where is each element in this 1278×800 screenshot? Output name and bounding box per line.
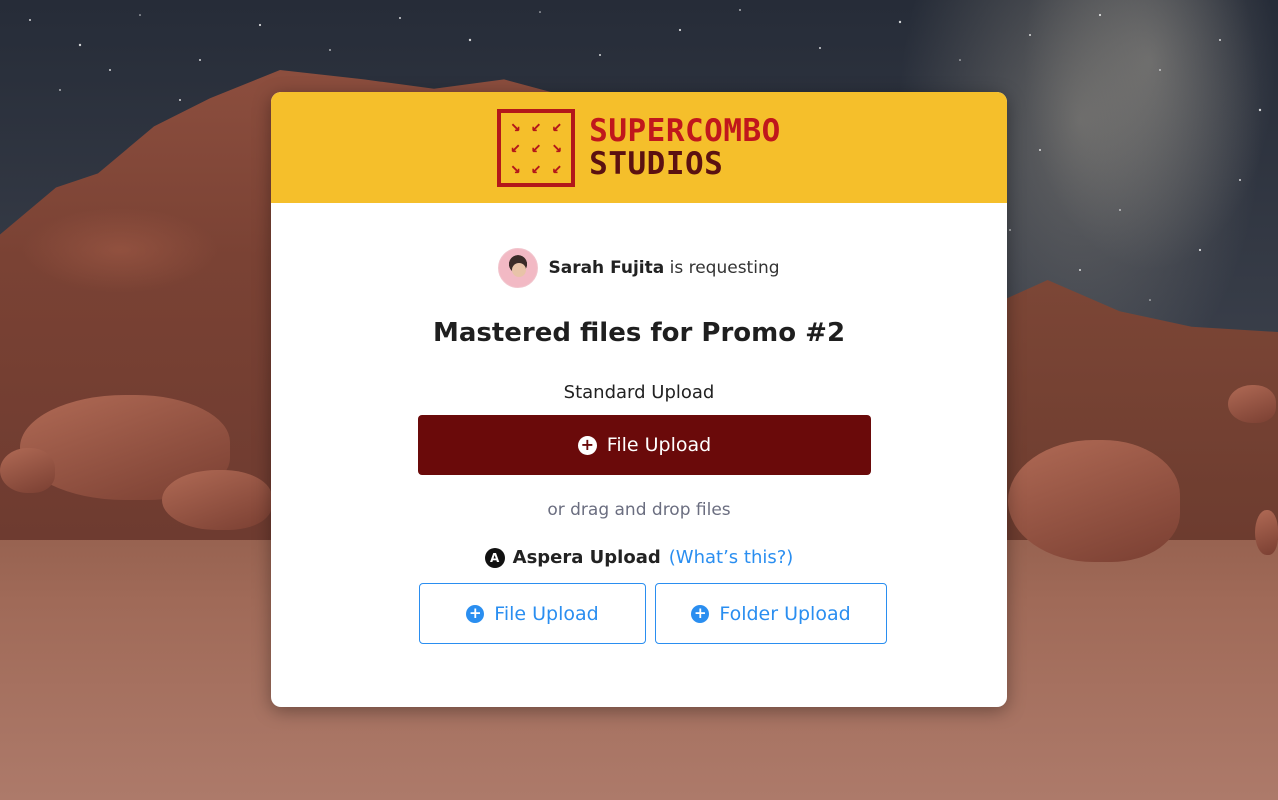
supercombo-logo-icon: ↘ ↙ ↙ ↙ ↙ ↘ ↘ ↙ ↙ xyxy=(497,108,576,187)
logo-arrow-icon: ↘ xyxy=(510,157,521,178)
logo-arrow-icon: ↙ xyxy=(510,136,521,157)
aspera-folder-upload-button[interactable]: + Folder Upload xyxy=(655,583,887,644)
drag-drop-hint: or drag and drop files xyxy=(547,500,731,520)
aspera-icon: A xyxy=(484,547,505,568)
logo-arrow-icon: ↙ xyxy=(531,157,542,178)
logo-arrow-icon: ↘ xyxy=(551,136,562,157)
aspera-folder-upload-label: Folder Upload xyxy=(719,602,851,625)
aspera-upload-label: Aspera Upload xyxy=(512,547,661,568)
request-title: Mastered files for Promo #2 xyxy=(432,318,846,348)
plus-circle-icon: + xyxy=(691,604,710,623)
brand-name-line2: STUDIOS xyxy=(589,145,724,182)
boulder xyxy=(1008,440,1180,562)
whats-this-link[interactable]: (What’s this?) xyxy=(669,547,794,568)
logo-arrow-icon: ↙ xyxy=(531,136,542,157)
upload-request-card: ↘ ↙ ↙ ↙ ↙ ↘ ↘ ↙ ↙ SUPERCOMBO STUDIOS Sar… xyxy=(271,92,1007,707)
standard-file-upload-label: File Upload xyxy=(606,434,712,456)
plus-circle-icon: + xyxy=(577,435,597,455)
brand-wordmark: SUPERCOMBO STUDIOS xyxy=(589,112,781,182)
boulder xyxy=(0,448,55,493)
requester-suffix: is requesting xyxy=(669,258,780,278)
brand-header: ↘ ↙ ↙ ↙ ↙ ↘ ↘ ↙ ↙ SUPERCOMBO STUDIOS xyxy=(271,92,1007,203)
brand-name-line1: SUPERCOMBO xyxy=(589,112,781,149)
avatar xyxy=(498,248,539,288)
plus-circle-icon: + xyxy=(466,604,485,623)
aspera-file-upload-button[interactable]: + File Upload xyxy=(419,583,646,644)
aspera-file-upload-label: File Upload xyxy=(494,602,599,625)
boulder xyxy=(1255,510,1278,555)
logo-arrow-icon: ↙ xyxy=(551,157,562,178)
logo-arrow-icon: ↙ xyxy=(551,116,562,137)
logo-arrow-icon: ↘ xyxy=(510,116,521,137)
requester-name: Sarah Fujita xyxy=(548,258,665,278)
boulder xyxy=(1228,385,1276,423)
requester-row: Sarah Fujita is requesting xyxy=(271,248,1007,288)
standard-file-upload-button[interactable]: + File Upload xyxy=(418,415,871,475)
logo-arrow-icon: ↙ xyxy=(531,116,542,137)
aspera-upload-heading: A Aspera Upload (What’s this?) xyxy=(271,547,1007,568)
boulder xyxy=(162,470,272,530)
standard-upload-label: Standard Upload xyxy=(563,382,715,403)
